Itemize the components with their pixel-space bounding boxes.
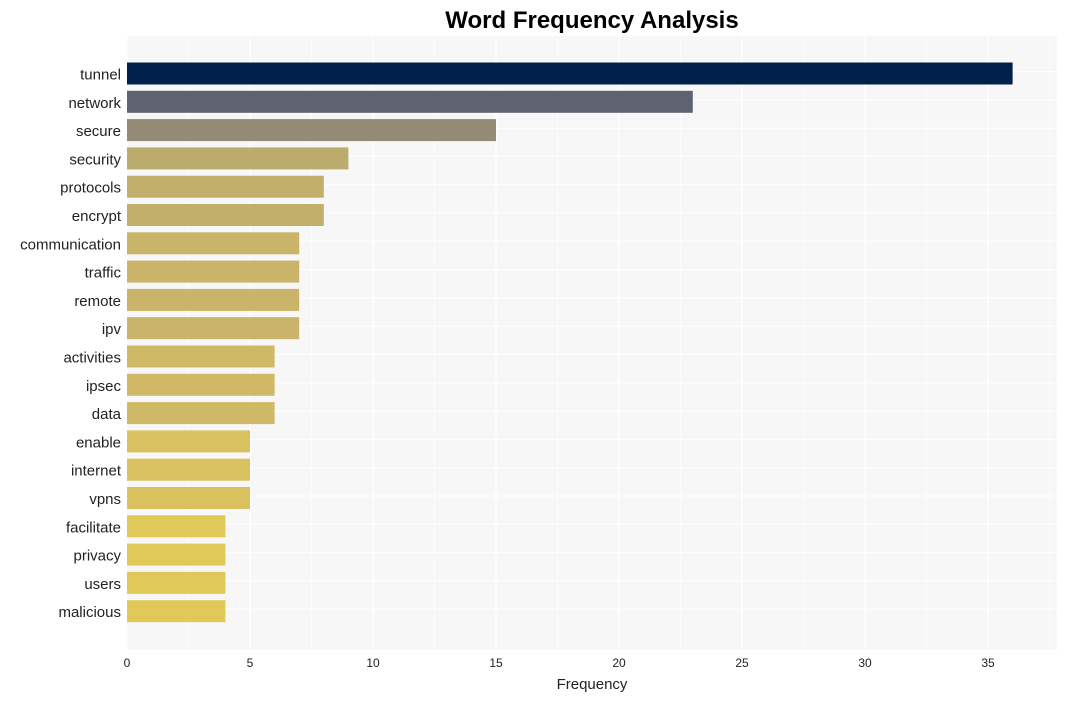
bar-remote	[127, 288, 300, 311]
bar-enable	[127, 430, 250, 453]
y-label-encrypt: encrypt	[72, 208, 122, 225]
y-label-activities: activities	[63, 350, 121, 367]
bar-traffic	[127, 260, 300, 283]
chart-title: Word Frequency Analysis	[445, 7, 738, 34]
y-label-privacy: privacy	[73, 548, 121, 565]
y-label-ipsec: ipsec	[86, 378, 122, 395]
bar-encrypt	[127, 204, 324, 226]
y-label-security: security	[69, 151, 121, 168]
bar-ipv	[127, 317, 300, 340]
bar-privacy	[127, 543, 226, 566]
x-tick-30: 30	[858, 656, 872, 670]
x-tick-5: 5	[247, 656, 254, 670]
y-label-malicious: malicious	[58, 604, 121, 621]
bar-protocols	[127, 175, 324, 198]
y-label-protocols: protocols	[60, 180, 121, 197]
x-axis-ticks: 0 5 10 15 20 25 30 35	[124, 656, 995, 670]
y-label-remote: remote	[74, 293, 121, 310]
word-frequency-chart: tunnel network secure security protocols encr…	[20, 7, 1057, 693]
bar-activities	[127, 345, 275, 368]
y-label-tunnel: tunnel	[80, 67, 121, 84]
y-label-users: users	[84, 576, 121, 593]
bar-malicious	[127, 600, 226, 623]
y-label-data: data	[92, 406, 122, 423]
bar-secure	[127, 119, 496, 142]
y-axis-labels: tunnel network secure security protocols encr…	[20, 67, 122, 622]
bar-network	[127, 90, 693, 113]
bar-data	[127, 402, 275, 425]
bar-users	[127, 571, 226, 594]
bar-vpns	[127, 487, 250, 509]
x-tick-20: 20	[612, 656, 626, 670]
bar-security	[127, 147, 349, 170]
x-tick-10: 10	[366, 656, 380, 670]
bar-internet	[127, 458, 250, 481]
x-tick-35: 35	[981, 656, 995, 670]
x-tick-0: 0	[124, 656, 131, 670]
y-label-ipv: ipv	[102, 321, 122, 338]
y-label-network: network	[68, 95, 121, 112]
x-tick-15: 15	[489, 656, 503, 670]
y-label-communication: communication	[20, 236, 121, 253]
x-tick-25: 25	[735, 656, 749, 670]
x-axis-label: Frequency	[557, 676, 628, 693]
y-label-enable: enable	[76, 434, 121, 451]
y-label-vpns: vpns	[89, 491, 121, 508]
y-label-secure: secure	[76, 123, 121, 140]
bar-ipsec	[127, 373, 275, 396]
y-label-traffic: traffic	[85, 265, 122, 282]
y-label-internet: internet	[71, 463, 122, 480]
y-label-facilitate: facilitate	[66, 519, 121, 536]
bar-tunnel	[127, 62, 1013, 85]
bar-communication	[127, 232, 300, 255]
bar-facilitate	[127, 515, 226, 538]
